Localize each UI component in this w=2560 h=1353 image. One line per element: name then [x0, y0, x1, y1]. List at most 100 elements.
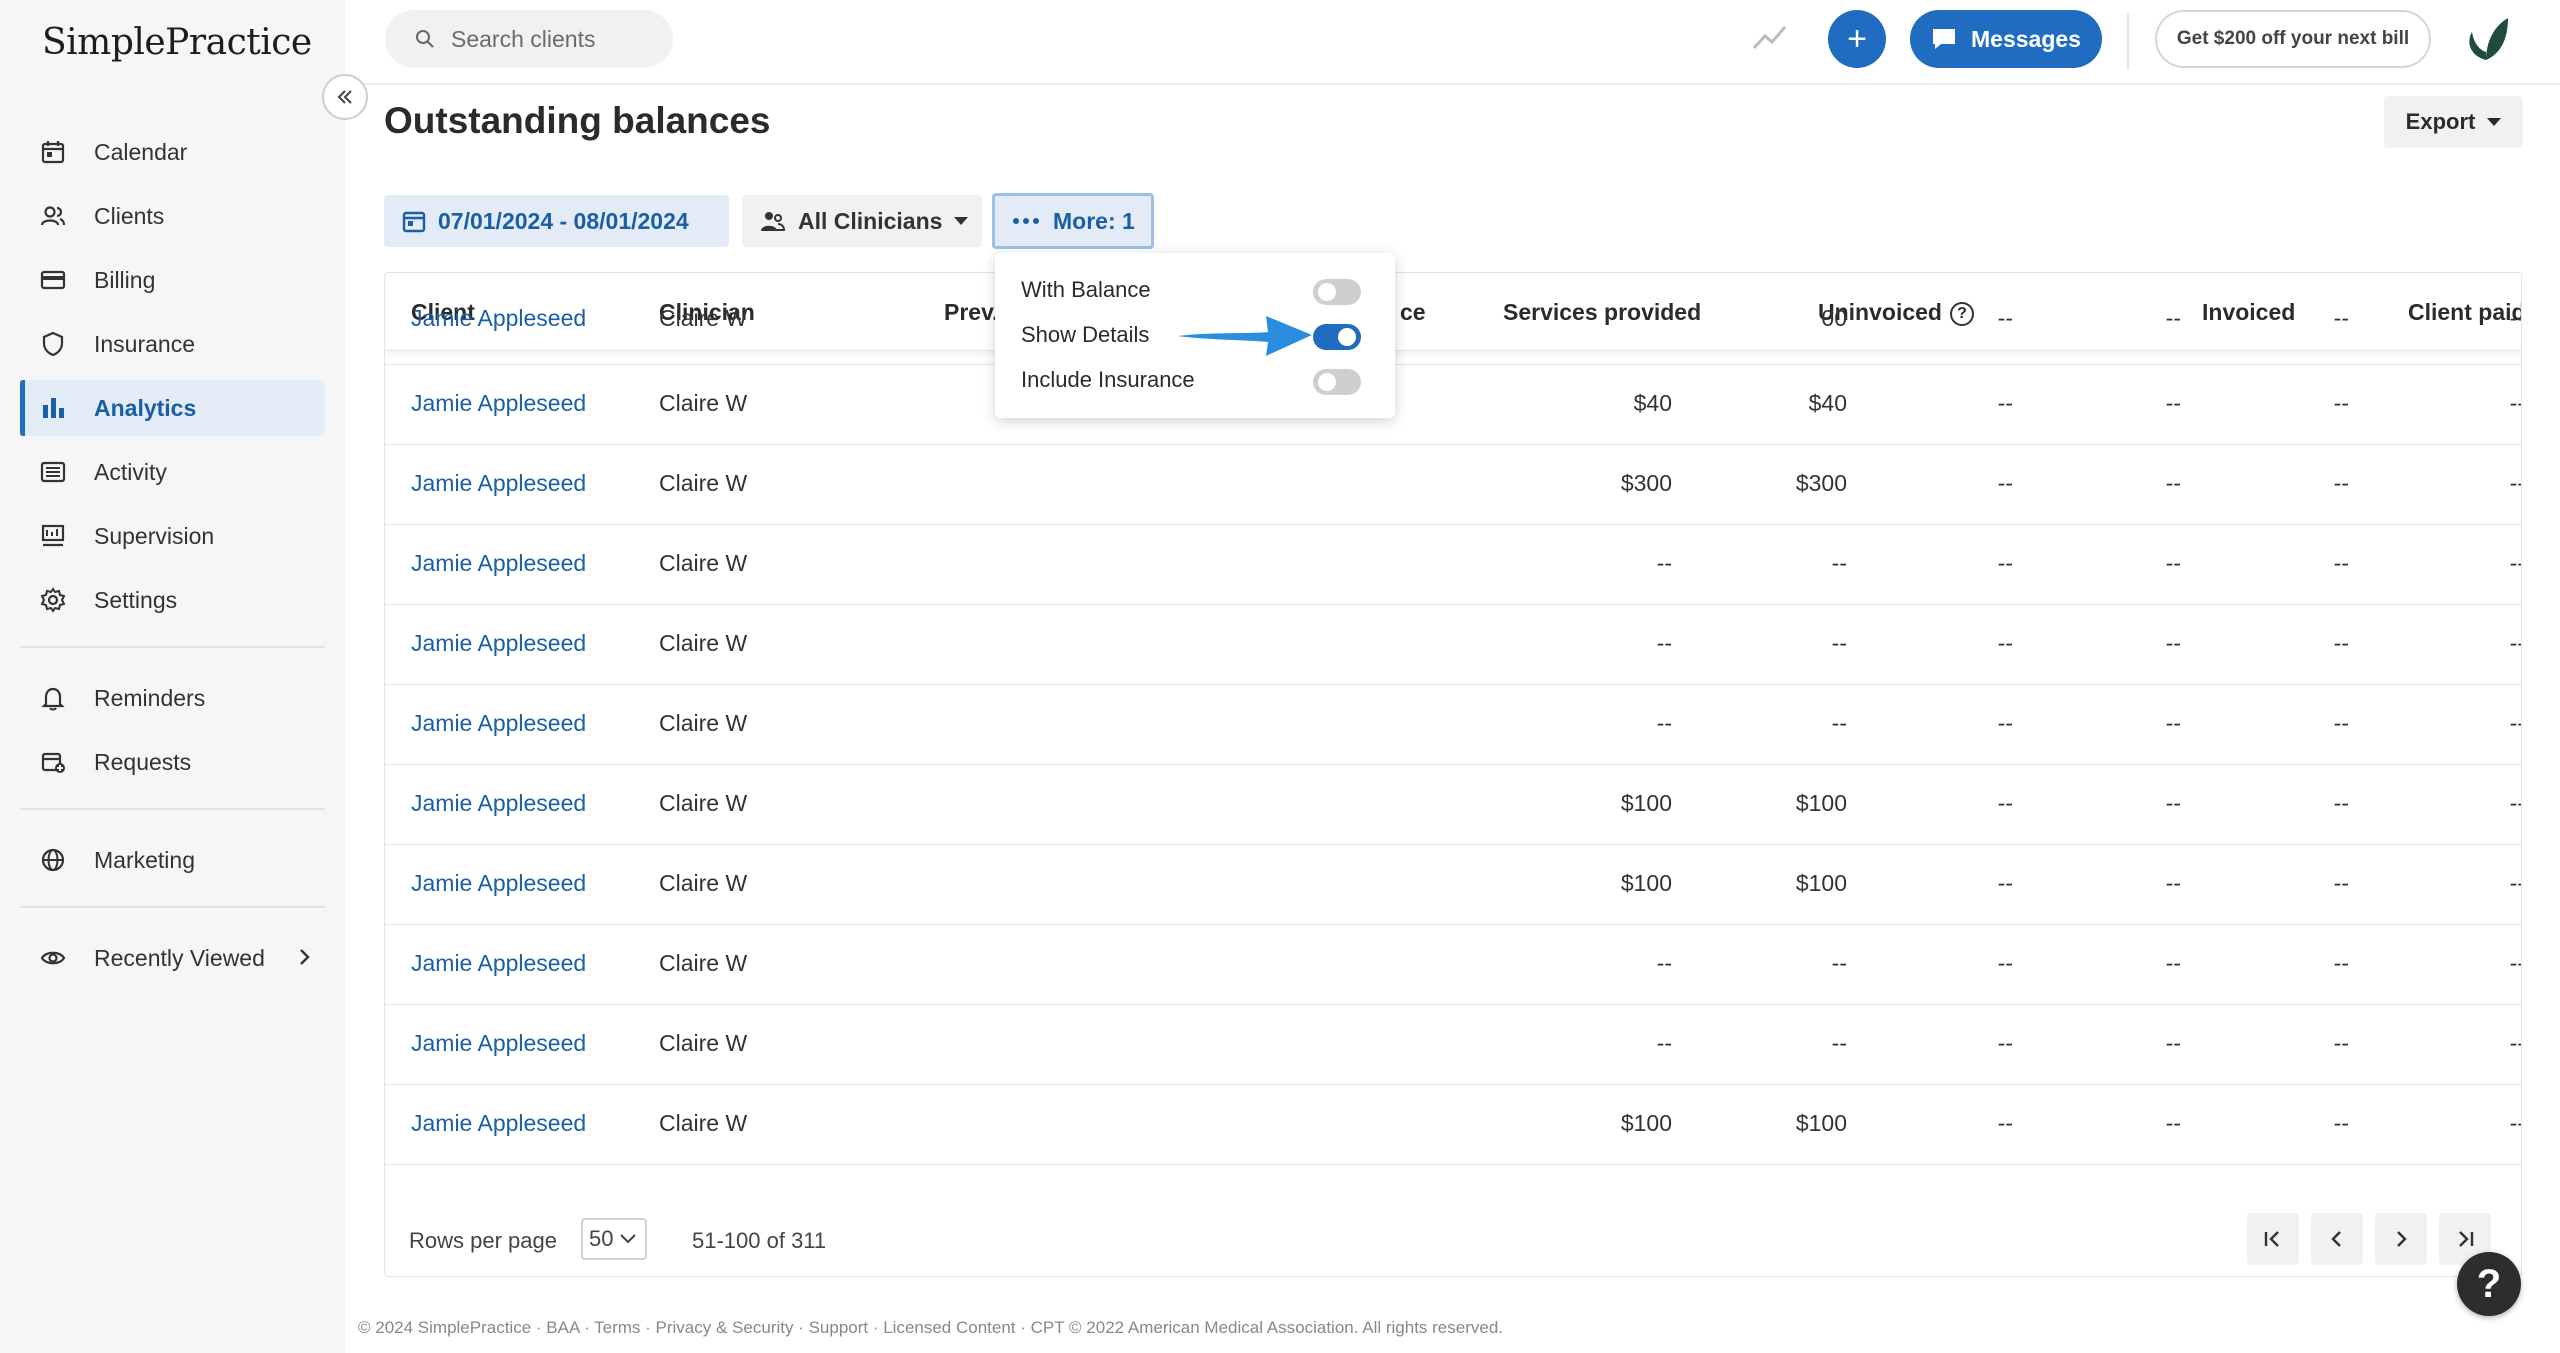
nav-label: Billing — [94, 266, 156, 293]
cell-services-provided: -- — [1997, 470, 2013, 496]
cell-client[interactable]: Jamie Appleseed — [411, 1110, 586, 1137]
messages-label: Messages — [1971, 25, 2081, 52]
cell-client-paid: -- — [2509, 630, 2521, 656]
search-box[interactable] — [385, 10, 673, 68]
cell-prev-balance: -- — [1656, 710, 1672, 736]
cell-invoiced: -- — [2333, 1030, 2349, 1056]
users-icon — [761, 212, 786, 231]
gear-icon — [38, 585, 68, 615]
cell-client-paid: -- — [2509, 1030, 2521, 1056]
cell-invoiced: -- — [2333, 305, 2349, 331]
trending-icon[interactable] — [1752, 22, 1788, 57]
account-logo-icon[interactable] — [2462, 16, 2512, 67]
nav-item-analytics[interactable]: Analytics — [20, 380, 325, 436]
prev-page-button[interactable] — [2311, 1213, 2363, 1265]
cell-prev-balance: $100 — [1620, 1110, 1672, 1136]
cell-balance: $300 — [1795, 470, 1847, 496]
first-page-button[interactable] — [2247, 1213, 2299, 1265]
cell-uninvoiced: -- — [2165, 305, 2181, 331]
search-input[interactable] — [451, 25, 651, 53]
cell-client[interactable]: Jamie Appleseed — [411, 950, 586, 977]
nav-label: Calendar — [94, 138, 188, 165]
nav-item-insurance[interactable]: Insurance — [20, 316, 325, 372]
cell-clinician: Claire W — [659, 870, 748, 896]
cell-client[interactable]: Jamie Appleseed — [411, 630, 586, 657]
cell-uninvoiced: -- — [2165, 710, 2181, 736]
collapse-sidebar-button[interactable] — [322, 74, 368, 120]
cell-balance: $100 — [1795, 1110, 1847, 1136]
cell-invoiced: -- — [2333, 470, 2349, 496]
cell-client[interactable]: Jamie Appleseed — [411, 1030, 586, 1057]
table-row: Jamie Appleseed Claire W $300 $300 -- -- -- -- — [385, 445, 2521, 525]
cell-prev-balance: $300 — [1620, 470, 1672, 496]
nav-item-marketing[interactable]: Marketing — [20, 832, 325, 888]
cell-prev-balance: -- — [1656, 950, 1672, 976]
bar-chart-icon — [38, 393, 68, 423]
more-filters-button[interactable]: More: 1 — [992, 193, 1154, 249]
annotation-arrow-icon — [1178, 310, 1314, 365]
cell-invoiced: -- — [2333, 870, 2349, 896]
nav-label: Insurance — [94, 330, 196, 357]
cell-client[interactable]: Jamie Appleseed — [411, 550, 586, 577]
promo-button[interactable]: Get $200 off your next bill — [2155, 10, 2431, 68]
page-title: Outstanding balances — [384, 100, 771, 141]
date-range-filter[interactable]: 07/01/2024 - 08/01/2024 — [384, 195, 729, 247]
nav-item-recently-viewed[interactable]: Recently Viewed — [20, 930, 325, 986]
cell-client[interactable]: Jamie Appleseed — [411, 870, 586, 897]
logo[interactable]: SimplePractice — [42, 22, 312, 63]
nav-item-requests[interactable]: Requests — [20, 734, 325, 790]
clinicians-filter[interactable]: All Clinicians — [742, 195, 982, 247]
chevrons-left-icon — [337, 90, 352, 104]
shield-icon — [38, 329, 68, 359]
bell-icon — [38, 683, 68, 713]
add-button[interactable]: + — [1828, 10, 1886, 68]
pagination-bar: Rows per page 50 51-100 of 311 — [385, 1213, 2521, 1276]
show-details-toggle[interactable] — [1313, 324, 1361, 350]
cell-balance: -- — [1831, 710, 1847, 736]
cell-client-paid: -- — [2509, 870, 2521, 896]
cell-prev-balance: $100 — [1620, 790, 1672, 816]
help-button[interactable]: ? — [2457, 1252, 2521, 1316]
nav-item-settings[interactable]: Settings — [20, 572, 325, 628]
cell-services-provided: -- — [1997, 1110, 2013, 1136]
option-with-balance-label: With Balance — [1021, 277, 1151, 302]
cell-client[interactable]: Jamie Appleseed — [411, 710, 586, 737]
cell-client[interactable]: Jamie Appleseed — [411, 390, 586, 417]
option-include-insurance-label: Include Insurance — [1021, 367, 1195, 392]
supervision-icon — [38, 521, 68, 551]
plus-icon: + — [1847, 19, 1867, 58]
chevron-down-icon — [620, 1234, 637, 1244]
topbar-divider — [2127, 12, 2129, 70]
nav-item-calendar[interactable]: Calendar — [20, 124, 325, 180]
nav-label: Supervision — [94, 522, 215, 549]
calendar-icon — [402, 211, 426, 233]
export-button[interactable]: Export — [2384, 96, 2523, 148]
table-row: Jamie Appleseed Claire W $100 $100 -- -- -- -- — [385, 845, 2521, 925]
table-row: Jamie Appleseed Claire W 00 -- -- -- -- — [385, 285, 2521, 365]
cell-balance: $100 — [1795, 870, 1847, 896]
cell-services-provided: -- — [1997, 390, 2013, 416]
nav-item-clients[interactable]: Clients — [20, 188, 325, 244]
chevron-right-icon — [297, 945, 313, 972]
with-balance-toggle[interactable] — [1313, 279, 1361, 305]
next-page-button[interactable] — [2375, 1213, 2427, 1265]
nav-item-reminders[interactable]: Reminders — [20, 670, 325, 726]
chevron-left-icon — [2331, 1231, 2341, 1247]
table-row: Jamie Appleseed Claire W -- -- -- -- -- -- — [385, 525, 2521, 605]
cell-client-paid: -- — [2509, 305, 2521, 331]
export-label: Export — [2405, 109, 2476, 134]
cell-client[interactable]: Jamie Appleseed — [411, 305, 586, 332]
cell-services-provided: -- — [1997, 790, 2013, 816]
cell-prev-balance: -- — [1656, 1030, 1672, 1056]
nav-item-supervision[interactable]: Supervision — [20, 508, 325, 564]
include-insurance-toggle[interactable] — [1313, 369, 1361, 395]
cell-uninvoiced: -- — [2165, 950, 2181, 976]
more-label: More: 1 — [1053, 207, 1135, 234]
nav-item-billing[interactable]: Billing — [20, 252, 325, 308]
messages-button[interactable]: Messages — [1910, 10, 2102, 68]
cell-client[interactable]: Jamie Appleseed — [411, 470, 586, 497]
message-icon — [1933, 29, 1956, 49]
nav-item-activity[interactable]: Activity — [20, 444, 325, 500]
rows-per-page-select[interactable]: 50 — [581, 1218, 647, 1260]
cell-client[interactable]: Jamie Appleseed — [411, 790, 586, 817]
